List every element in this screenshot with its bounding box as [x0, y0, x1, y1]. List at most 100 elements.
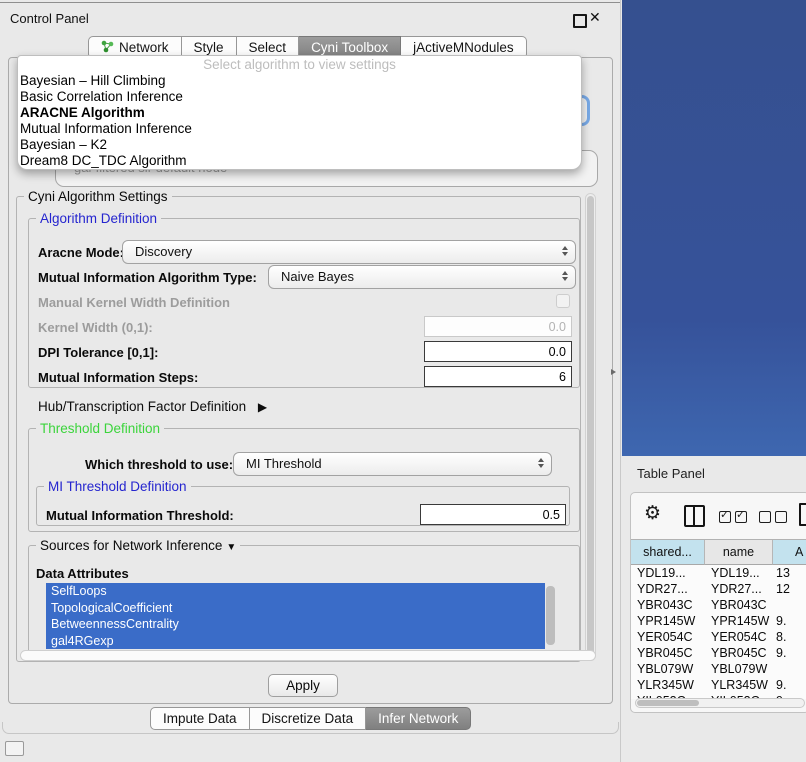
- manual-kernel-width-checkbox[interactable]: [556, 294, 570, 308]
- scrollbar-thumb[interactable]: [587, 196, 594, 656]
- sources-title[interactable]: Sources for Network Inference▼: [36, 538, 240, 553]
- tab-label: Style: [194, 40, 224, 55]
- algorithm-dropdown-placeholder: Select algorithm to view settings: [18, 56, 581, 73]
- gear-icon[interactable]: ⚙: [644, 502, 661, 525]
- table-row[interactable]: YDL19...YDL19...13: [631, 565, 806, 581]
- algorithm-definition-title: Algorithm Definition: [36, 211, 161, 226]
- network-icon: [101, 40, 114, 56]
- algorithm-option-basic-correlation-inference[interactable]: Basic Correlation Inference: [18, 89, 581, 105]
- table-header-row: shared...nameA: [631, 539, 806, 565]
- mi-threshold-definition-title: MI Threshold Definition: [44, 479, 191, 494]
- settings-horizontal-scrollbar[interactable]: [20, 650, 596, 661]
- attribute-item-selfloops[interactable]: SelfLoops: [46, 583, 545, 600]
- control-panel: Control Panel ✕ NetworkStyleSelectCyni T…: [0, 0, 621, 762]
- table-row[interactable]: YER054CYER054C8.: [631, 629, 806, 645]
- table-cell: YBL079W: [705, 661, 773, 677]
- mi-threshold-field[interactable]: 0.5: [420, 504, 566, 525]
- algorithm-option-dream8-dc-tdc-algorithm[interactable]: Dream8 DC_TDC Algorithm: [18, 153, 581, 169]
- kernel-width-label: Kernel Width (0,1):: [38, 320, 153, 335]
- table-row[interactable]: YPR145WYPR145W9.: [631, 613, 806, 629]
- table-cell: YLR345W: [705, 677, 773, 693]
- scrollbar-thumb[interactable]: [637, 700, 699, 706]
- which-threshold-value: MI Threshold: [246, 456, 322, 471]
- algorithm-option-aracne-algorithm[interactable]: ARACNE Algorithm: [18, 105, 581, 121]
- minimized-panel-icon[interactable]: [5, 741, 24, 756]
- hub-definition-expander[interactable]: Hub/Transcription Factor Definition ▶: [38, 399, 267, 414]
- table-cell: YBR045C: [705, 645, 773, 661]
- application-window: Control Panel ✕ NetworkStyleSelectCyni T…: [0, 0, 806, 762]
- select-all-checkbox-icon[interactable]: ✓: [719, 511, 731, 523]
- table-row[interactable]: YLR345WYLR345W9.: [631, 677, 806, 693]
- attribute-item-gal4rgexp[interactable]: gal4RGexp: [46, 633, 545, 650]
- attribute-list-scrollbar[interactable]: [546, 586, 555, 645]
- stepper-icon: [538, 458, 544, 468]
- float-panel-icon[interactable]: [573, 14, 587, 28]
- deselect-checkbox-icon[interactable]: [775, 511, 787, 523]
- table-cell: 9.: [773, 645, 806, 661]
- table-row[interactable]: YBR045CYBR045C9.: [631, 645, 806, 661]
- table-cell: YBR045C: [631, 645, 705, 661]
- table-cell: 12: [773, 581, 806, 597]
- algorithm-option-bayesian-k2[interactable]: Bayesian – K2: [18, 137, 581, 153]
- data-attributes-list: SelfLoopsTopologicalCoefficientBetweenne…: [46, 583, 545, 649]
- attribute-item-topologicalcoefficient[interactable]: TopologicalCoefficient: [46, 600, 545, 617]
- table-cell: 9.: [773, 677, 806, 693]
- deselect-checkbox-icon[interactable]: [759, 511, 771, 523]
- select-all-checkbox-icon[interactable]: ✓: [735, 511, 747, 523]
- tab-label: Select: [249, 40, 287, 55]
- mi-steps-label: Mutual Information Steps:: [38, 370, 198, 385]
- table-row[interactable]: YDR27...YDR27...12: [631, 581, 806, 597]
- algorithm-option-bayesian-hill-climbing[interactable]: Bayesian – Hill Climbing: [18, 73, 581, 89]
- attribute-item-betweennesscentrality[interactable]: BetweennessCentrality: [46, 616, 545, 633]
- table-cell: YDL19...: [631, 565, 705, 581]
- which-threshold-combo[interactable]: MI Threshold: [233, 452, 552, 476]
- table-horizontal-scrollbar[interactable]: [635, 698, 805, 708]
- table-cell: YPR145W: [705, 613, 773, 629]
- panel-top-divider: [0, 2, 620, 3]
- table-cell: YDL19...: [705, 565, 773, 581]
- table-panel: ⚙ ✓ ✓ shared...nameA YDL19...YDL19...13Y…: [630, 492, 806, 713]
- table-panel-title: Table Panel: [637, 466, 705, 481]
- table-cell: YBL079W: [631, 661, 705, 677]
- kernel-width-field[interactable]: 0.0: [424, 316, 572, 337]
- settings-vertical-scrollbar[interactable]: [585, 193, 596, 661]
- table-cell: 13: [773, 565, 806, 581]
- network-desktop: GALGAL80GAL10GAL1GAL11SWI4GAL4GCY1HAP4YH…: [622, 0, 806, 456]
- table-cell: YER054C: [631, 629, 705, 645]
- table-cell: YDR27...: [631, 581, 705, 597]
- mi-threshold-label: Mutual Information Threshold:: [46, 508, 234, 523]
- table-row[interactable]: YBR043CYBR043C: [631, 597, 806, 613]
- mi-steps-field[interactable]: 6: [424, 366, 572, 387]
- table-toolbar: ⚙ ✓ ✓: [631, 493, 806, 539]
- cyni-algorithm-settings-title: Cyni Algorithm Settings: [24, 189, 172, 204]
- table-row[interactable]: YBL079WYBL079W: [631, 661, 806, 677]
- table-cell: 9.: [773, 613, 806, 629]
- stepper-icon: [562, 246, 568, 256]
- column-header-a[interactable]: A: [773, 540, 806, 565]
- dpi-tolerance-field[interactable]: 0.0: [424, 341, 572, 362]
- mi-algorithm-type-combo[interactable]: Naive Bayes: [268, 265, 576, 289]
- table-cell: YPR145W: [631, 613, 705, 629]
- close-panel-icon[interactable]: ✕: [589, 9, 601, 26]
- data-attributes-label: Data Attributes: [36, 566, 129, 581]
- splitter-collapse-arrow[interactable]: [611, 369, 616, 375]
- sources-title-text: Sources for Network Inference: [40, 538, 222, 553]
- tab-label: Cyni Toolbox: [311, 40, 388, 55]
- which-threshold-label: Which threshold to use:: [85, 457, 233, 472]
- export-table-icon[interactable]: [799, 503, 806, 526]
- algorithm-option-mutual-information-inference[interactable]: Mutual Information Inference: [18, 121, 581, 137]
- threshold-definition-title: Threshold Definition: [36, 421, 164, 436]
- hub-definition-label: Hub/Transcription Factor Definition: [38, 399, 246, 414]
- panel-bottom-edge: [2, 722, 619, 734]
- tab-label: jActiveMNodules: [413, 40, 514, 55]
- stepper-icon: [562, 271, 568, 281]
- expander-arrow-icon: ▶: [258, 400, 267, 414]
- aracne-mode-combo[interactable]: Discovery: [122, 240, 576, 264]
- dpi-tolerance-label: DPI Tolerance [0,1]:: [38, 345, 158, 360]
- apply-button[interactable]: Apply: [268, 674, 338, 697]
- columns-icon[interactable]: [684, 505, 705, 527]
- mi-algorithm-type-label: Mutual Information Algorithm Type:: [38, 270, 257, 285]
- table-body: YDL19...YDL19...13YDR27...YDR27...12YBR0…: [631, 565, 806, 699]
- column-header-name[interactable]: name: [705, 540, 773, 565]
- column-header-shared[interactable]: shared...: [631, 540, 705, 565]
